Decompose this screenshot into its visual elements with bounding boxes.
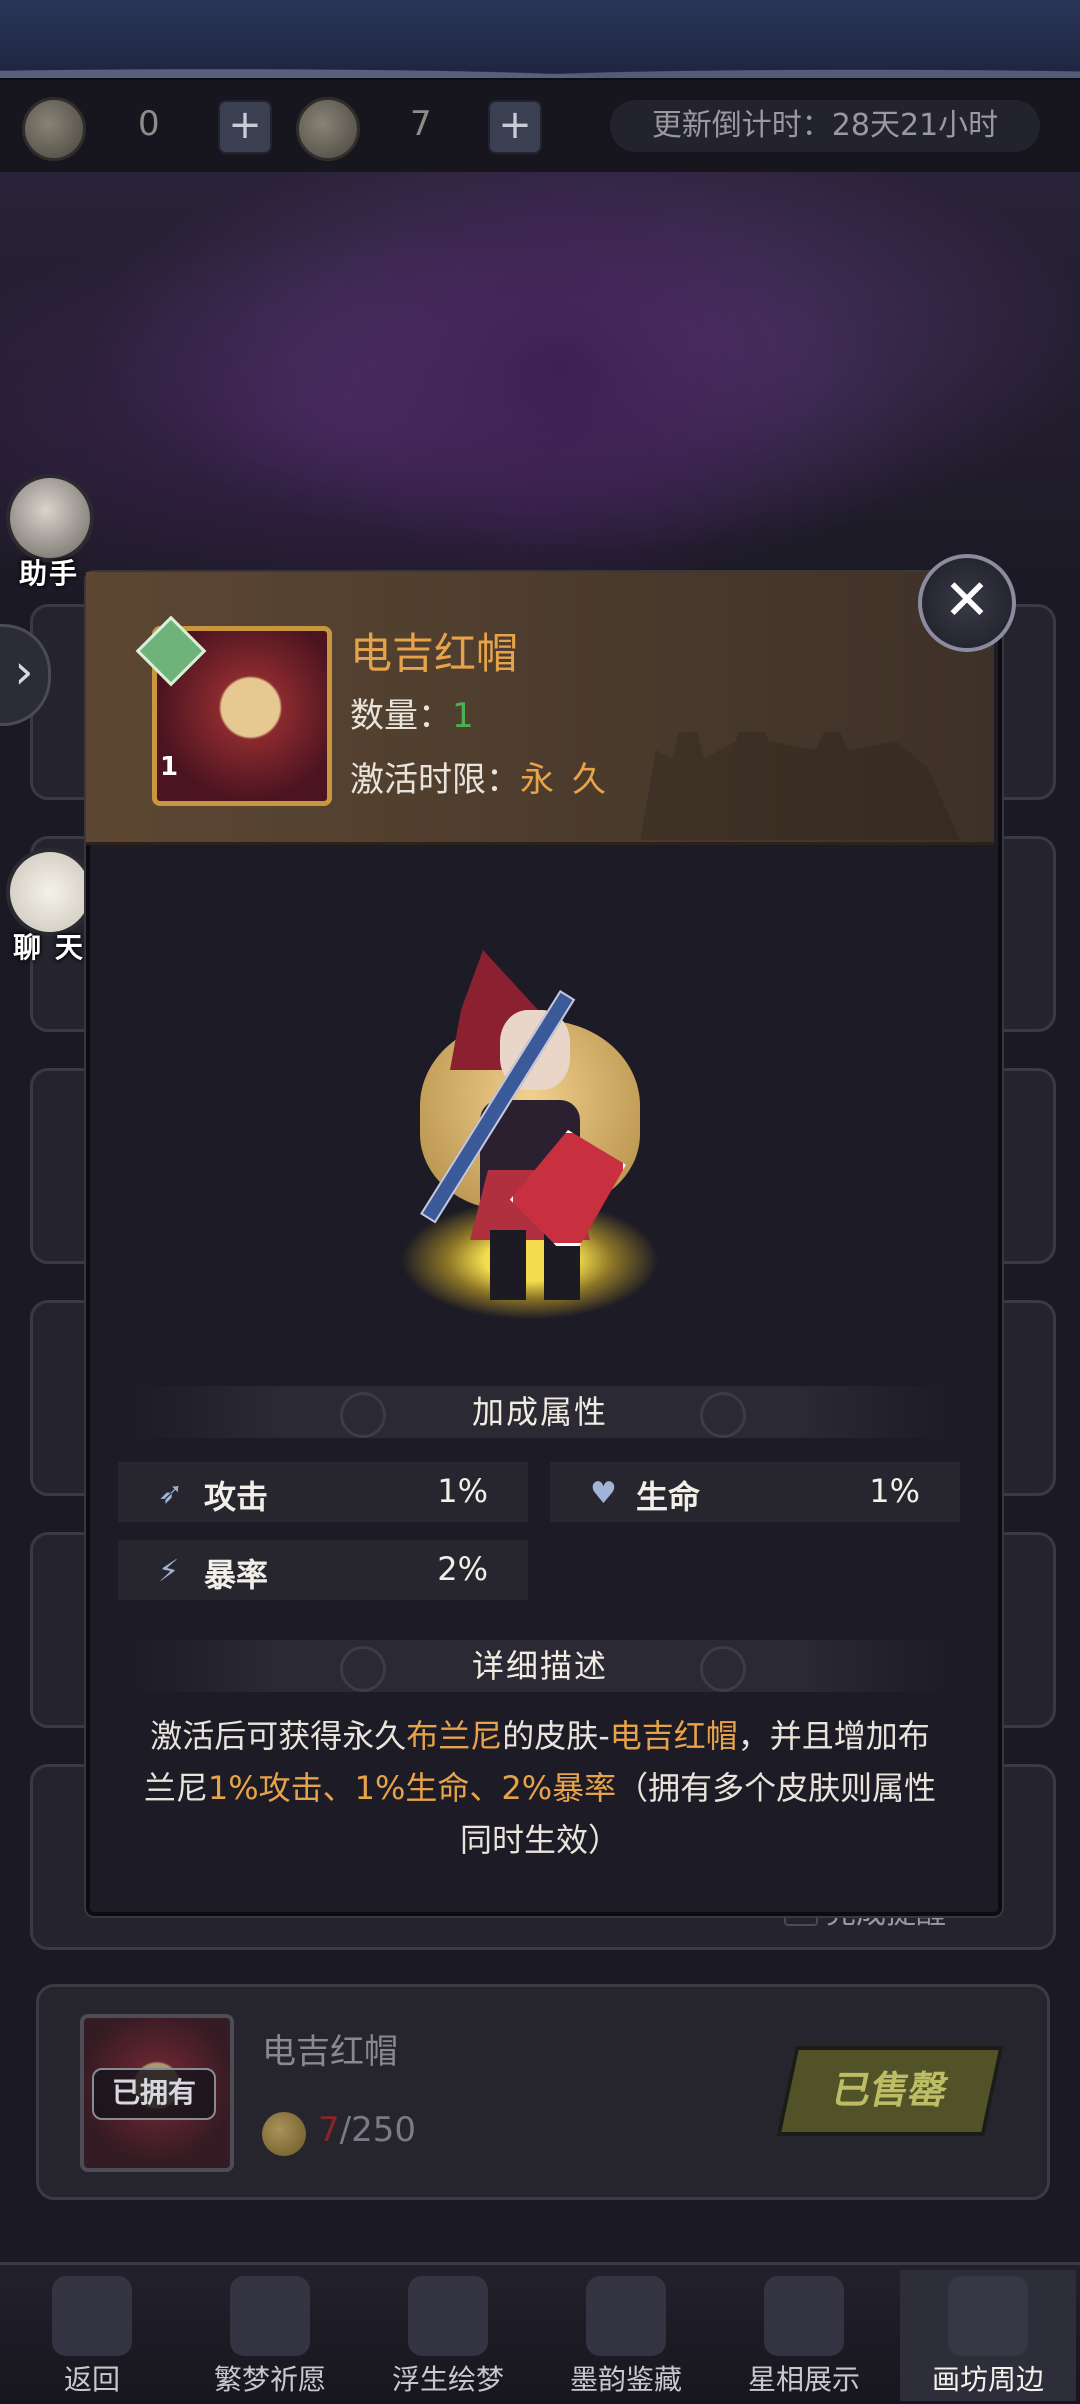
- close-button[interactable]: ✕: [918, 554, 1016, 652]
- limit-row: 激活时限：永久: [350, 752, 624, 801]
- bonus-title: 加成属性: [471, 1393, 608, 1431]
- assistant-label: 助手: [18, 557, 79, 590]
- nav-merch[interactable]: 画坊周边: [900, 2270, 1076, 2401]
- stat-hp: ♥ 生命 1%: [550, 1462, 960, 1522]
- stat-value: 1%: [869, 1472, 920, 1510]
- heart-icon: ♥: [590, 1476, 617, 1511]
- shop-item-name: 电吉红帽: [262, 2032, 398, 2072]
- assistant-button[interactable]: 助手: [6, 474, 94, 592]
- quantity-row: 数量：1: [350, 688, 474, 737]
- nav-collection[interactable]: 墨韵鉴藏: [538, 2270, 714, 2401]
- coin-icon: [22, 97, 86, 161]
- gold-coin-icon: [262, 2112, 306, 2156]
- dream-icon: [408, 2276, 488, 2356]
- portrait-count: 1: [160, 752, 179, 782]
- banner-character: [300, 190, 820, 590]
- scroll-icon: [948, 2276, 1028, 2356]
- add-gold-coin-button[interactable]: +: [488, 100, 542, 154]
- chat-button[interactable]: 聊 天: [6, 848, 94, 966]
- bonus-section-header: 加成属性: [130, 1386, 950, 1438]
- ink-icon: [586, 2276, 666, 2356]
- nav-return[interactable]: 返回: [4, 2270, 180, 2401]
- stat-label: 攻击: [204, 1478, 269, 1516]
- gold-coin-count: 7: [410, 104, 432, 144]
- nav-dream[interactable]: 浮生绘梦: [360, 2270, 536, 2401]
- add-coin-button[interactable]: +: [218, 100, 272, 154]
- limit-value: 永久: [520, 760, 624, 800]
- stat-value: 2%: [437, 1550, 488, 1588]
- gold-coin-icon: [296, 97, 360, 161]
- shop-item-price: 7/250: [318, 2110, 416, 2150]
- quantity-value: 1: [452, 696, 474, 736]
- sold-out-stamp: 已售罄: [776, 2046, 1004, 2136]
- refresh-countdown: 更新倒计时：28天21小时: [610, 100, 1040, 152]
- stat-label: 暴率: [204, 1556, 269, 1594]
- chat-bubble-icon: [6, 848, 94, 936]
- stat-label: 生命: [636, 1478, 701, 1516]
- nav-star[interactable]: 星相展示: [716, 2270, 892, 2401]
- coin-count: 0: [138, 104, 160, 144]
- return-icon: [52, 2276, 132, 2356]
- owned-tag: 已拥有: [92, 2068, 216, 2120]
- crane-icon: [230, 2276, 310, 2356]
- chat-label: 聊 天: [13, 931, 85, 964]
- stat-attack: ➶ 攻击 1%: [118, 1462, 528, 1522]
- crit-icon: ⚡: [158, 1554, 180, 1589]
- stat-crit: ⚡ 暴率 2%: [118, 1540, 528, 1600]
- skin-name: 电吉红帽: [350, 629, 519, 678]
- detail-section-header: 详细描述: [130, 1640, 950, 1692]
- detail-title: 详细描述: [471, 1647, 608, 1685]
- limit-label: 激活时限：: [350, 760, 520, 800]
- nav-wish[interactable]: 繁梦祈愿: [182, 2270, 358, 2401]
- star-icon: [764, 2276, 844, 2356]
- top-frame: [0, 0, 1080, 80]
- skin-description: 激活后可获得永久布兰尼的皮肤-电吉红帽，并且增加布兰尼1%攻击、1%生命、2%暴…: [143, 1717, 937, 1859]
- quantity-label: 数量：: [350, 696, 452, 736]
- attack-icon: ➶: [158, 1476, 184, 1511]
- stat-value: 1%: [437, 1472, 488, 1510]
- assistant-avatar: [6, 474, 94, 562]
